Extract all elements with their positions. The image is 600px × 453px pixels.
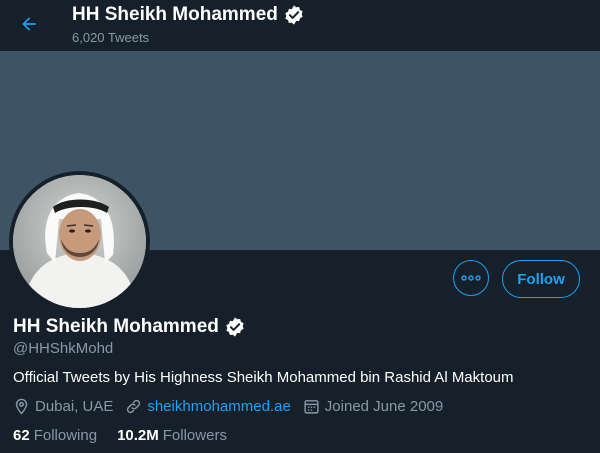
- profile-name-text: HH Sheikh Mohammed: [13, 316, 219, 337]
- location-item: Dubai, UAE: [13, 398, 113, 415]
- verified-badge-icon: [226, 317, 244, 337]
- followers-count: 10.2M: [117, 427, 159, 444]
- followers-label: Followers: [162, 427, 227, 444]
- profile-display-name: HH Sheikh Mohammed: [13, 316, 246, 338]
- following-label: Following: [33, 427, 98, 444]
- verified-badge-icon: [285, 5, 303, 25]
- profile-meta: Dubai, UAE sheikhmohammed.ae Joined June…: [13, 398, 455, 415]
- following-count: 62: [13, 427, 30, 444]
- tweet-count: 6,020 Tweets: [72, 30, 150, 45]
- profile-stats: 62 Following 10.2M Followers: [13, 427, 247, 444]
- joined-item: Joined June 2009: [303, 398, 443, 415]
- header-title: HH Sheikh Mohammed: [72, 4, 305, 26]
- back-button[interactable]: [13, 8, 45, 40]
- profile-bio: Official Tweets by His Highness Sheikh M…: [13, 369, 514, 386]
- arrow-left-icon: [22, 17, 36, 31]
- profile-header-bar: HH Sheikh Mohammed 6,020 Tweets: [0, 0, 600, 51]
- avatar[interactable]: [9, 171, 150, 312]
- location-pin-icon: [15, 398, 28, 415]
- following-link[interactable]: 62 Following: [13, 427, 97, 444]
- avatar-image: [13, 175, 146, 308]
- location-text: Dubai, UAE: [35, 398, 114, 415]
- website-item: sheikhmohammed.ae: [125, 398, 291, 415]
- follow-button[interactable]: Follow: [502, 260, 580, 298]
- website-link[interactable]: sheikhmohammed.ae: [147, 398, 290, 415]
- more-dots-icon: [461, 275, 481, 281]
- profile-handle: @HHShkMohd: [13, 340, 114, 357]
- more-options-button[interactable]: [453, 260, 489, 296]
- calendar-icon: [304, 400, 319, 414]
- header-name: HH Sheikh Mohammed: [72, 4, 278, 25]
- link-icon: [127, 399, 141, 414]
- followers-link[interactable]: 10.2M Followers: [117, 427, 227, 444]
- joined-text: Joined June 2009: [324, 398, 444, 415]
